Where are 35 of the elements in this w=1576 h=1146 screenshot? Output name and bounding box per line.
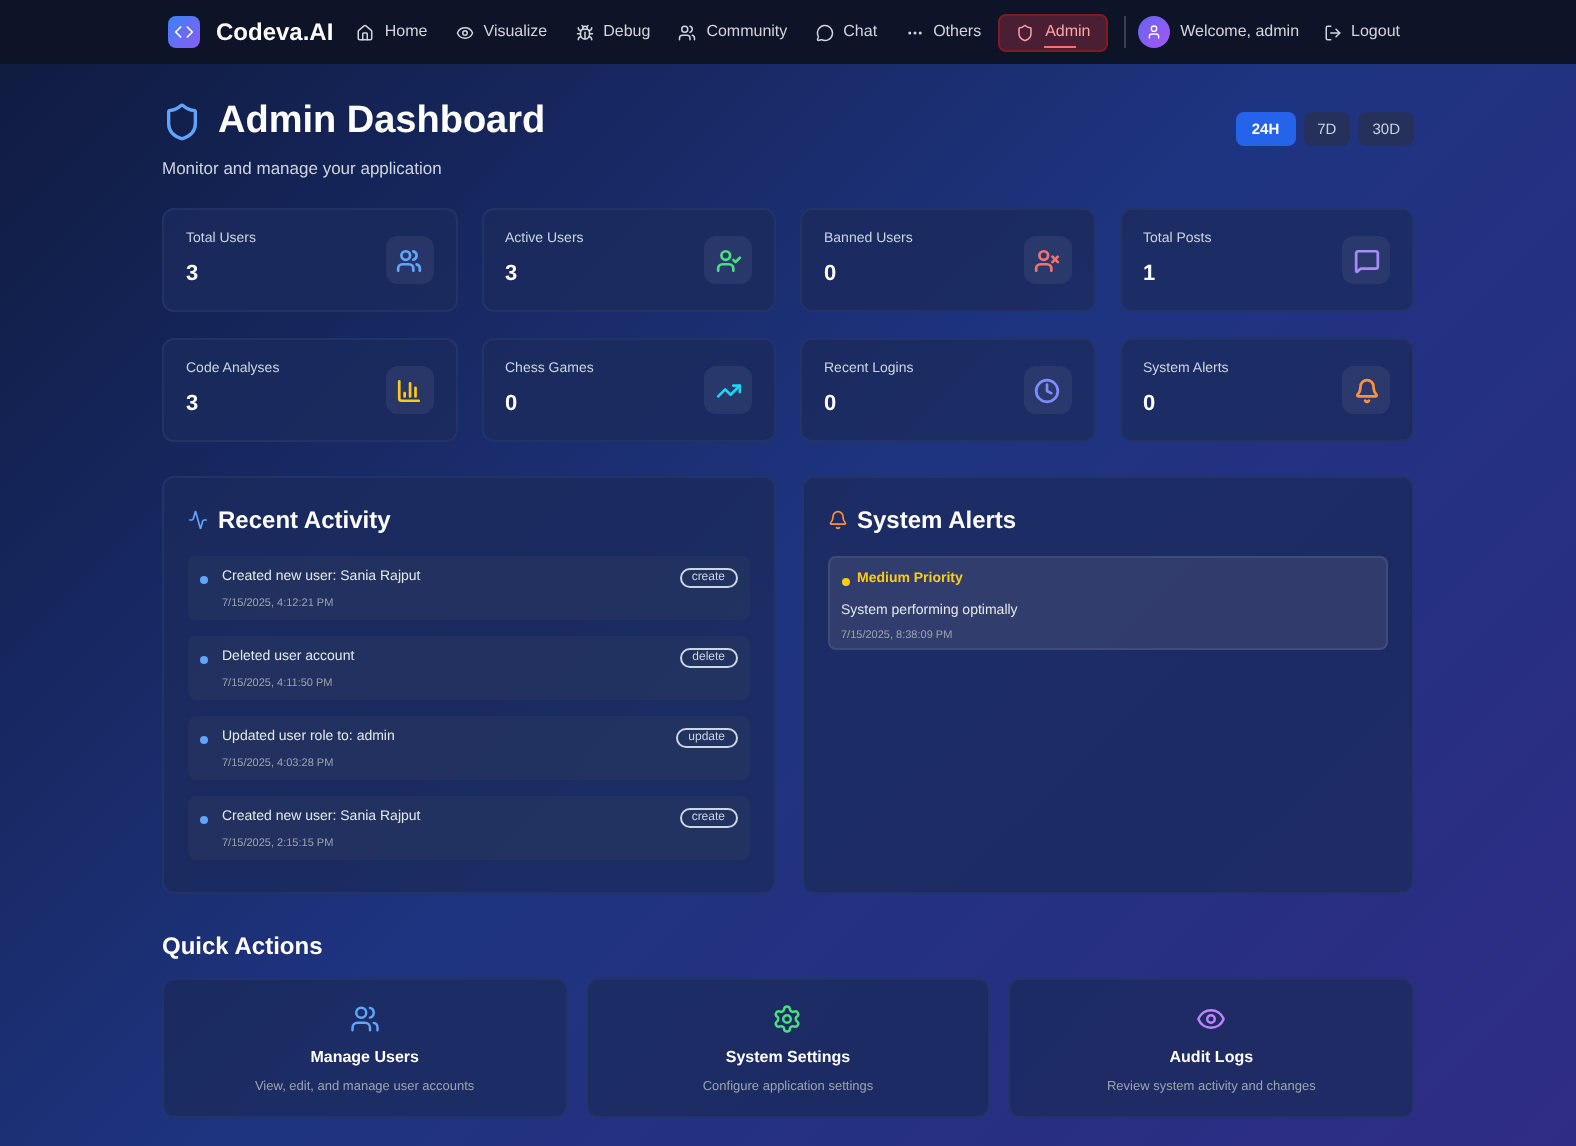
nav-link[interactable]: Home bbox=[344, 13, 440, 51]
stat-value: 3 bbox=[505, 259, 520, 290]
nav-link[interactable]: Debug bbox=[563, 13, 663, 51]
welcome-text: Welcome, admin bbox=[1180, 20, 1300, 44]
bell-icon bbox=[827, 510, 847, 531]
brand-name[interactable]: Codeva.AI bbox=[216, 14, 334, 50]
stat-value: 0 bbox=[824, 259, 839, 290]
logo-icon[interactable] bbox=[168, 16, 200, 48]
shield-icon bbox=[162, 102, 202, 143]
stat-value: 0 bbox=[505, 389, 520, 420]
stat-value: 3 bbox=[186, 389, 201, 420]
nav-link[interactable]: Visualize bbox=[443, 13, 560, 51]
nav-link[interactable]: Chat bbox=[803, 13, 890, 51]
nav-link[interactable]: Admin bbox=[997, 13, 1109, 51]
chat-icon bbox=[815, 23, 834, 41]
panel-title: System Alerts bbox=[857, 504, 1017, 539]
logout-button[interactable]: Logout bbox=[1323, 20, 1400, 44]
section-title: Quick Actions bbox=[162, 930, 325, 965]
stat-value: 3 bbox=[186, 259, 201, 290]
eye-icon bbox=[455, 23, 474, 41]
users-icon bbox=[678, 23, 697, 41]
stat-value: 0 bbox=[1143, 389, 1158, 420]
stat-value: 1 bbox=[1143, 259, 1158, 290]
bug-icon bbox=[575, 23, 594, 41]
nav-link[interactable]: Others bbox=[893, 13, 994, 51]
nav-link[interactable]: Community bbox=[666, 13, 800, 51]
stat-value: 0 bbox=[824, 389, 839, 420]
avatar[interactable] bbox=[1138, 16, 1171, 48]
home-icon bbox=[356, 23, 375, 41]
logout-icon bbox=[1323, 23, 1342, 41]
panel-title: Recent Activity bbox=[218, 504, 391, 539]
page-title: Admin Dashboard bbox=[218, 98, 546, 146]
activity-icon bbox=[188, 510, 208, 531]
shield-icon bbox=[1015, 23, 1034, 41]
page-subtitle: Monitor and manage your application bbox=[162, 155, 444, 181]
